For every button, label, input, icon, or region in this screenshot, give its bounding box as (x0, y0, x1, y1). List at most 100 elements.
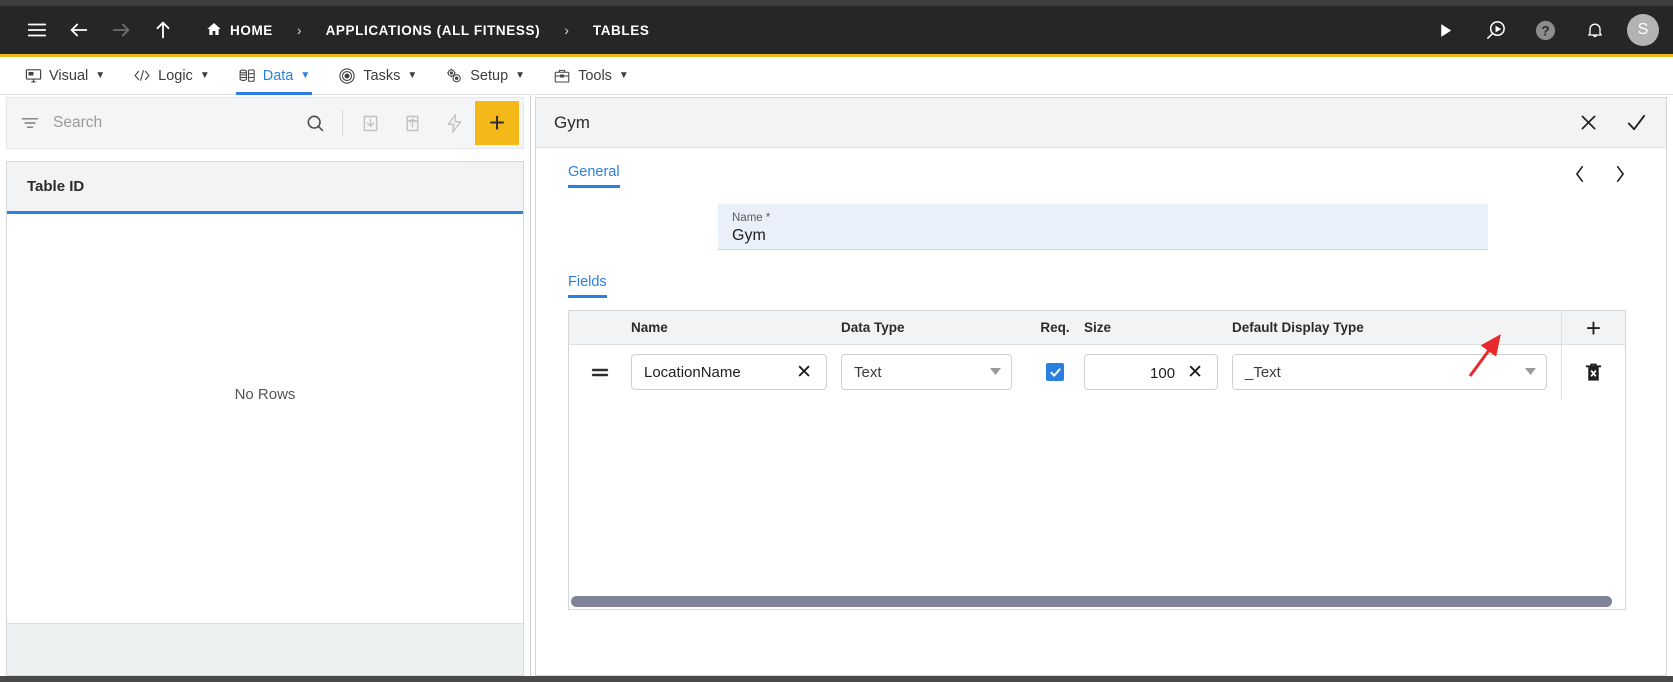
column-header-required: Req. (1040, 320, 1070, 335)
next-record-button[interactable] (1613, 164, 1626, 188)
menu-item-data[interactable]: Data ▼ (224, 57, 325, 95)
field-name-input[interactable]: LocationName ✕ (631, 354, 827, 390)
notifications-bell-icon[interactable] (1575, 10, 1615, 50)
grid-body: No Rows (7, 214, 523, 623)
up-arrow-icon[interactable] (142, 10, 184, 50)
fields-table-scrollbar[interactable] (569, 595, 1625, 609)
chevron-down-icon: ▼ (407, 69, 418, 81)
search-play-icon[interactable] (1475, 10, 1515, 50)
left-list-panel: + Table ID No Rows (0, 95, 531, 676)
name-field-label: Name * (732, 212, 771, 225)
clear-icon[interactable]: ✕ (1181, 363, 1209, 382)
breadcrumb-item-home-label: HOME (230, 22, 273, 38)
drag-handle-icon (589, 365, 611, 379)
data-type-select[interactable]: Text (841, 354, 1012, 390)
add-record-button[interactable]: + (475, 101, 519, 145)
delete-field-row-button[interactable] (1561, 345, 1625, 399)
field-size-cell: 100 ✕ (1084, 354, 1232, 390)
breadcrumb-item-applications-label: APPLICATIONS (ALL FITNESS) (325, 22, 541, 38)
name-field-block: Name * Gym (536, 204, 1666, 250)
top-nav-right-group: ? S (1425, 6, 1659, 54)
menu-item-setup[interactable]: Setup ▼ (431, 57, 539, 95)
back-arrow-icon[interactable] (58, 10, 100, 50)
grid-footer (7, 623, 523, 675)
search-input[interactable] (53, 114, 294, 132)
target-icon (338, 67, 356, 85)
tab-general[interactable]: General (568, 164, 620, 188)
column-header-name: Name (631, 320, 668, 335)
page-title: Gym (554, 112, 590, 132)
previous-record-button[interactable] (1574, 164, 1587, 188)
module-menu-bar: Visual ▼ Logic ▼ Data ▼ Tasks ▼ Setup ▼ … (0, 57, 1673, 95)
menu-item-setup-label: Setup (470, 67, 509, 84)
help-icon[interactable]: ? (1525, 10, 1565, 50)
breadcrumb-item-applications[interactable]: APPLICATIONS (ALL FITNESS) (316, 23, 551, 38)
confirm-save-button[interactable] (1625, 111, 1648, 134)
table-row: LocationName ✕ Text 100 ✕ _Text (569, 345, 1625, 399)
import-download-icon[interactable] (349, 97, 391, 149)
record-navigation (1574, 164, 1666, 188)
chevron-down-icon: ▼ (300, 69, 311, 81)
tab-fields-label: Fields (568, 274, 607, 290)
field-name-cell: LocationName ✕ (631, 354, 841, 390)
menu-item-visual-label: Visual (49, 67, 89, 84)
menu-item-logic-label: Logic (158, 67, 193, 84)
scrollbar-thumb[interactable] (571, 595, 1613, 607)
clear-icon[interactable]: ✕ (790, 363, 818, 382)
field-size-value: 100 (1097, 362, 1182, 382)
avatar[interactable]: S (1627, 14, 1659, 46)
forward-arrow-icon[interactable] (100, 10, 142, 50)
default-display-type-select[interactable]: _Text (1232, 354, 1547, 390)
quick-action-lightning-icon[interactable] (433, 97, 475, 149)
menu-item-logic[interactable]: Logic ▼ (119, 57, 224, 95)
column-header-size: Size (1084, 320, 1112, 335)
add-record-label: + (488, 107, 506, 138)
list-toolbar: + (6, 97, 524, 149)
svg-text:?: ? (1541, 23, 1549, 38)
field-required-cell (1026, 363, 1084, 381)
field-default-display-type-cell: _Text (1232, 354, 1561, 390)
hamburger-menu-icon[interactable] (16, 10, 58, 50)
menu-item-tools[interactable]: Tools ▼ (539, 57, 643, 95)
toolbox-icon (553, 67, 571, 85)
breadcrumb-item-home[interactable]: HOME (196, 21, 283, 40)
grid-header-row: Table ID (7, 162, 523, 214)
menu-item-visual[interactable]: Visual ▼ (10, 57, 119, 95)
detail-panel-body: General Name * Gym Fields Name Data Type… (536, 148, 1666, 675)
database-stack-icon (238, 67, 256, 85)
chevron-down-icon (990, 367, 1001, 378)
detail-panel-card: Gym General Name * Gym Fields Name Data … (535, 97, 1667, 676)
breadcrumb: HOME › APPLICATIONS (ALL FITNESS) › TABL… (196, 21, 659, 40)
records-grid: Table ID No Rows (6, 161, 524, 676)
data-type-value: Text (854, 363, 882, 381)
chevron-down-icon: ▼ (95, 69, 106, 81)
detail-header-actions (1578, 111, 1648, 134)
name-field[interactable]: Name * Gym (718, 204, 1488, 250)
breadcrumb-separator: › (296, 22, 302, 38)
tab-fields[interactable]: Fields (568, 274, 607, 298)
field-size-input[interactable]: 100 ✕ (1084, 354, 1218, 390)
close-button[interactable] (1578, 112, 1599, 133)
required-checkbox[interactable] (1046, 363, 1064, 381)
search-icon[interactable] (294, 97, 336, 149)
filter-icon[interactable] (7, 113, 53, 133)
gears-icon (445, 67, 463, 85)
menu-item-tasks[interactable]: Tasks ▼ (324, 57, 431, 95)
breadcrumb-item-tables[interactable]: TABLES (583, 23, 660, 38)
field-data-type-cell: Text (841, 354, 1026, 390)
fields-table-empty-space (569, 399, 1625, 595)
fields-table-header: Name Data Type Req. Size Default Display… (569, 311, 1625, 345)
top-navigation-bar: HOME › APPLICATIONS (ALL FITNESS) › TABL… (0, 6, 1673, 54)
export-upload-icon[interactable] (391, 97, 433, 149)
fields-table: Name Data Type Req. Size Default Display… (568, 310, 1626, 610)
add-field-row-button[interactable]: + (1561, 311, 1625, 344)
breadcrumb-separator: › (564, 22, 569, 38)
column-header-default-display-type: Default Display Type (1232, 320, 1364, 335)
application-window: HOME › APPLICATIONS (ALL FITNESS) › TABL… (0, 0, 1673, 682)
run-play-icon[interactable] (1425, 10, 1465, 50)
chevron-down-icon: ▼ (618, 69, 629, 81)
toolbar-divider (342, 110, 343, 136)
empty-state-message: No Rows (234, 386, 296, 403)
row-drag-handle[interactable] (569, 365, 631, 379)
column-header-table-id[interactable]: Table ID (27, 178, 84, 195)
